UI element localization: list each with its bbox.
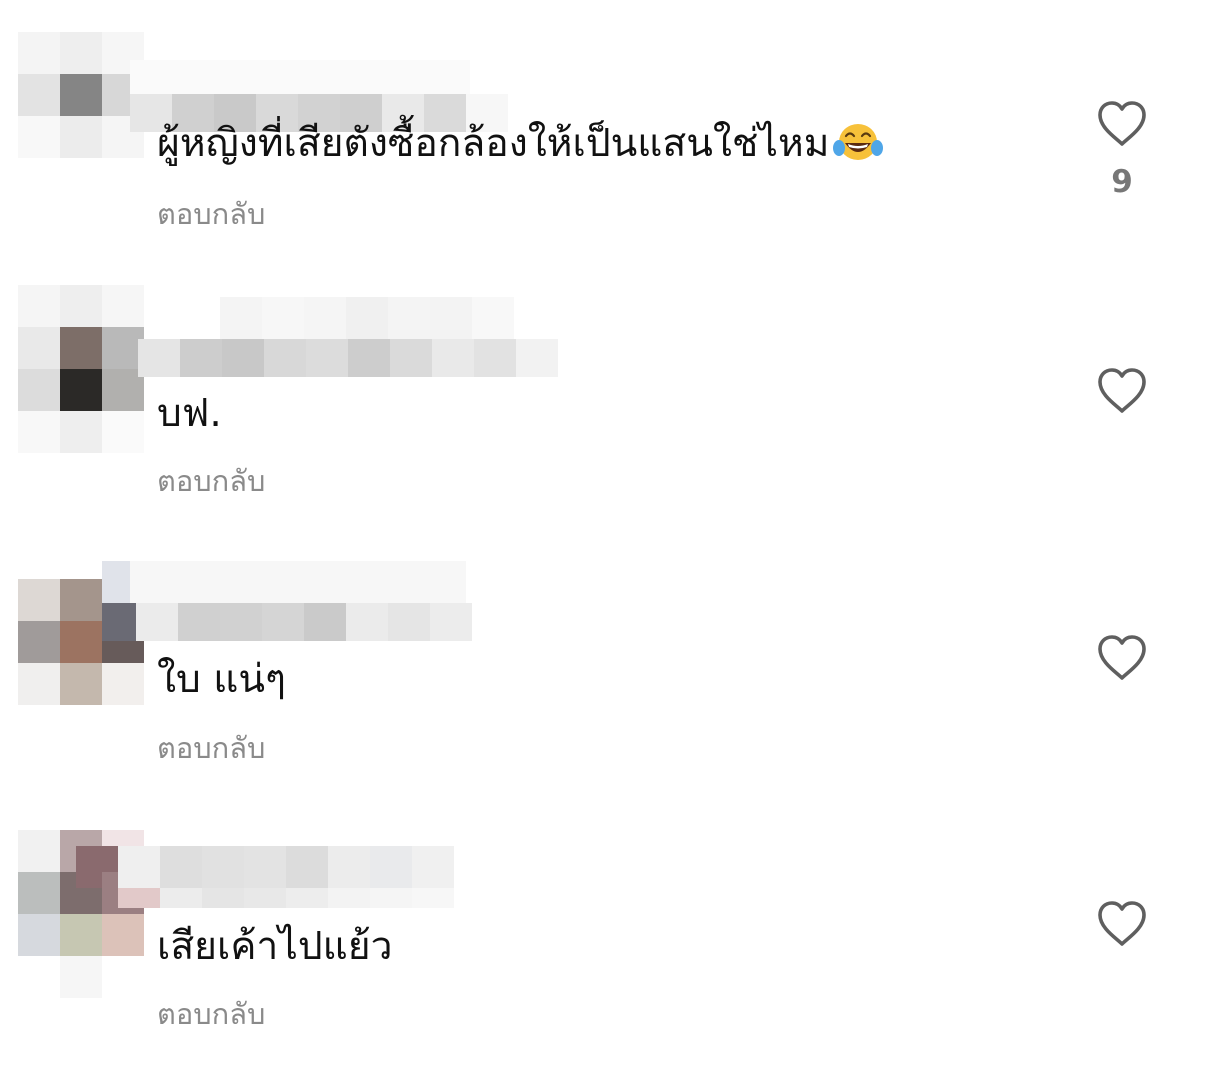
- like-count: 9: [1111, 164, 1133, 200]
- comment-item: เสียเค้าไปแย้ว ตอบกลับ: [0, 830, 1206, 1080]
- username-blurred[interactable]: [130, 297, 570, 377]
- heart-outline-icon[interactable]: [1096, 367, 1148, 415]
- comment-text: บฟ.: [157, 391, 222, 436]
- reply-button[interactable]: ตอบกลับ: [157, 728, 265, 768]
- reply-button[interactable]: ตอบกลับ: [157, 461, 265, 501]
- heart-outline-icon[interactable]: [1096, 900, 1148, 948]
- heart-outline-icon[interactable]: [1096, 100, 1148, 148]
- avatar[interactable]: [18, 537, 144, 705]
- reply-button[interactable]: ตอบกลับ: [157, 194, 265, 234]
- heart-outline-icon[interactable]: [1096, 634, 1148, 682]
- comment-text: ใบ แน่ๆ: [157, 657, 286, 702]
- avatar[interactable]: [18, 285, 144, 453]
- like-area: 9: [1088, 100, 1156, 200]
- comment-text: ผู้หญิงที่เสียตังซื้อกล้องให้เป็นแสนใช่ไ…: [157, 118, 884, 169]
- comment-text: เสียเค้าไปแย้ว: [157, 924, 393, 969]
- face-with-tears-of-joy-icon: [833, 124, 884, 160]
- comment-item: บฟ. ตอบกลับ: [0, 285, 1206, 535]
- reply-button[interactable]: ตอบกลับ: [157, 994, 265, 1034]
- comment-item: ใบ แน่ๆ ตอบกลับ: [0, 537, 1206, 787]
- comment-text-content: ผู้หญิงที่เสียตังซื้อกล้องให้เป็นแสนใช่ไ…: [157, 121, 830, 166]
- like-area: [1088, 900, 1156, 948]
- comment-item: ผู้หญิงที่เสียตังซื้อกล้องให้เป็นแสนใช่ไ…: [0, 32, 1206, 282]
- avatar[interactable]: [18, 32, 144, 158]
- username-blurred[interactable]: [118, 846, 570, 908]
- username-blurred[interactable]: [130, 60, 570, 132]
- like-area: [1088, 367, 1156, 415]
- like-area: [1088, 634, 1156, 682]
- username-blurred[interactable]: [130, 561, 570, 641]
